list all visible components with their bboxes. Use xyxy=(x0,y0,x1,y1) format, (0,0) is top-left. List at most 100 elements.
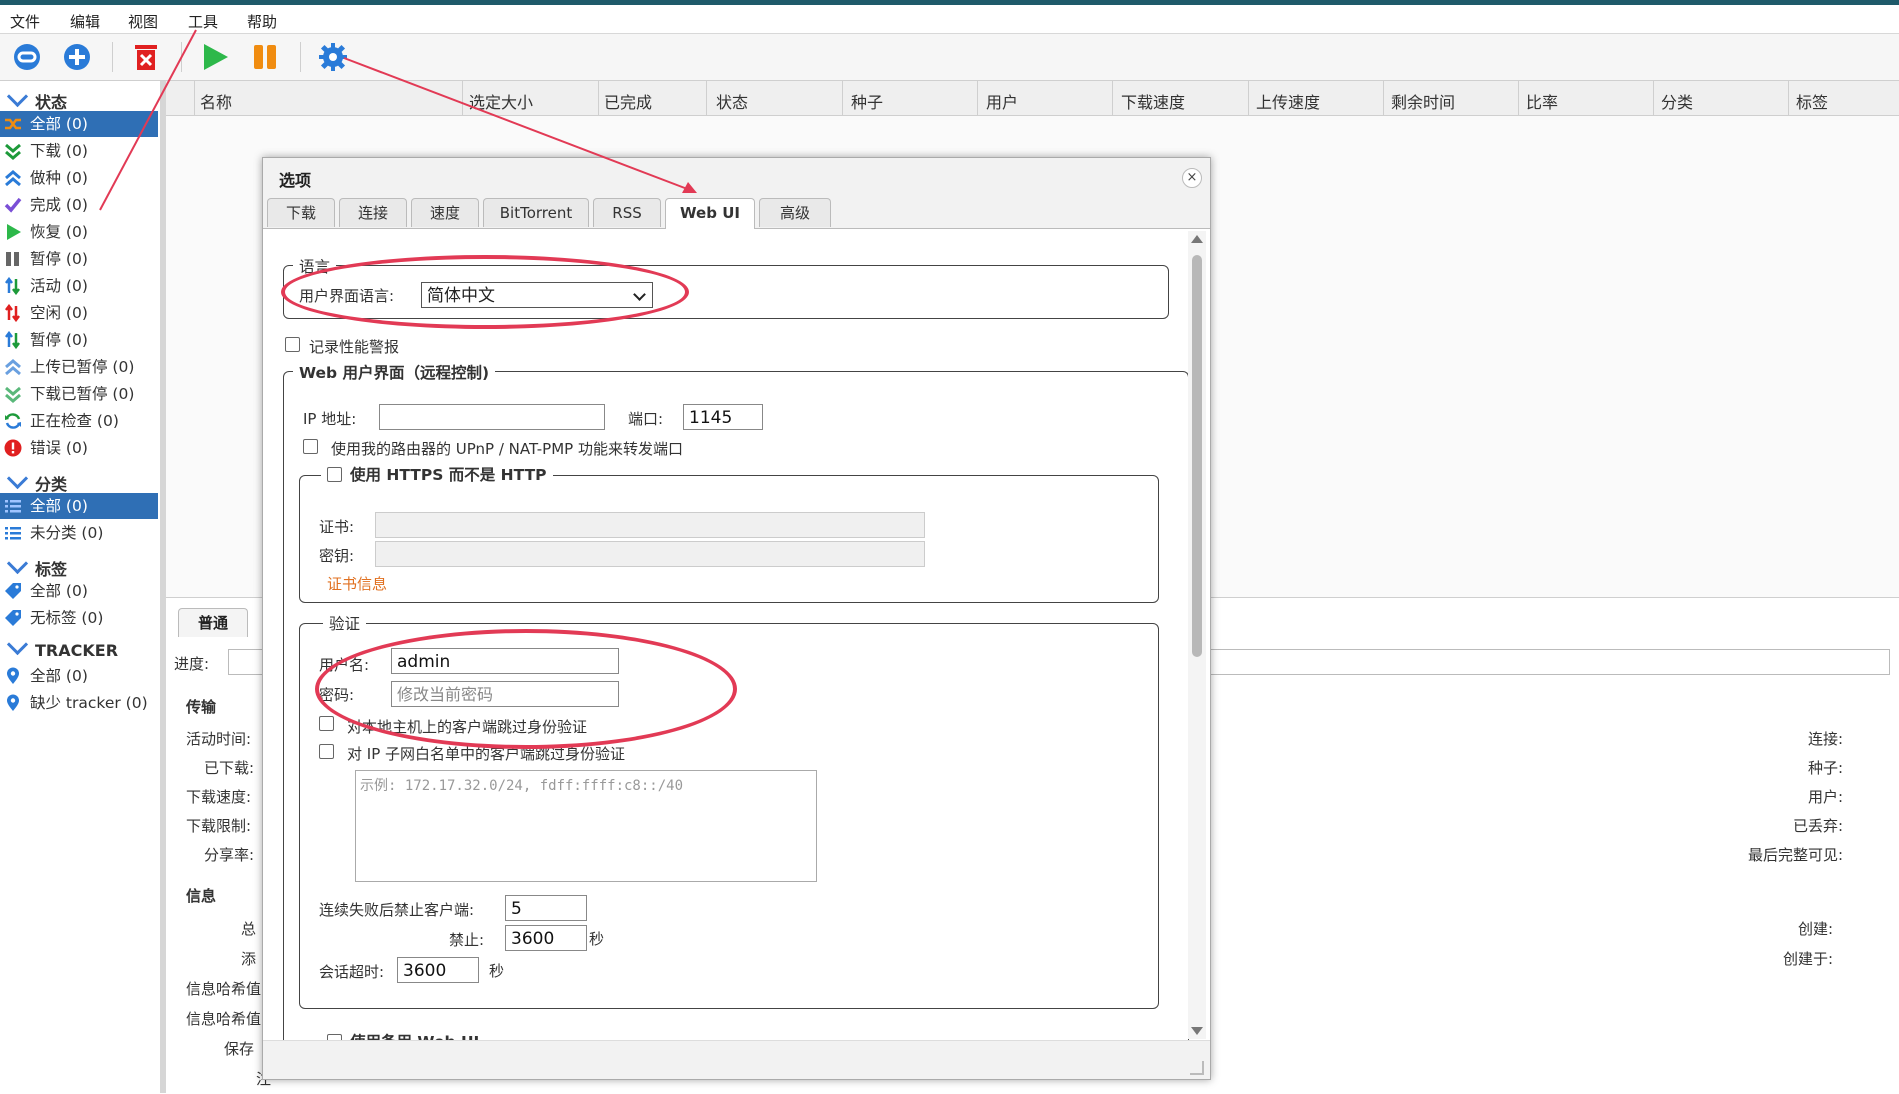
peers-label: 用户: xyxy=(1807,788,1843,806)
tab-downloads[interactable]: 下载 xyxy=(267,198,335,227)
trash-icon xyxy=(135,45,157,70)
resize-grip-icon[interactable] xyxy=(1190,1061,1204,1075)
cert-label: 证书: xyxy=(319,518,355,536)
status-seeding[interactable]: 做种 (0) xyxy=(0,165,158,191)
status-upload-paused[interactable]: 上传已暂停 (0) xyxy=(0,354,158,380)
category-uncategorized[interactable]: 未分类 (0) xyxy=(0,520,158,546)
status-header-label: 状态 xyxy=(35,93,68,112)
menu-file[interactable]: 文件 xyxy=(10,11,40,32)
toolbar-separator xyxy=(300,42,301,72)
tracker-header[interactable]: TRACKER xyxy=(6,633,119,665)
column-ratio[interactable]: 比率 xyxy=(1526,89,1558,113)
delete-button[interactable] xyxy=(131,42,161,72)
column-progress[interactable]: 已完成 xyxy=(604,89,652,113)
menu-view[interactable]: 视图 xyxy=(128,11,158,32)
ban-after-label: 连续失败后禁止客户端: xyxy=(319,901,475,919)
status-upload-paused-label: 上传已暂停 (0) xyxy=(30,358,135,376)
tracker-missing[interactable]: 缺少 tracker (0) xyxy=(0,690,158,716)
resume-button[interactable] xyxy=(200,42,230,72)
cert-input[interactable] xyxy=(375,512,925,538)
status-download-paused[interactable]: 下载已暂停 (0) xyxy=(0,381,158,407)
menu-edit[interactable]: 编辑 xyxy=(70,11,100,32)
options-button[interactable] xyxy=(318,42,348,72)
status-header[interactable]: 状态 xyxy=(6,85,68,113)
info-hash-v1-label: 信息哈希值 xyxy=(186,980,262,998)
options-tabs: 下载 连接 速度 BitTorrent RSS Web UI 高级 xyxy=(263,194,1210,229)
dialog-footer xyxy=(263,1040,1210,1079)
category-header[interactable]: 分类 xyxy=(6,467,67,495)
status-all[interactable]: 全部 (0) xyxy=(0,111,158,137)
tag-header-label: 标签 xyxy=(35,560,68,579)
pause-button[interactable] xyxy=(250,42,280,72)
dialog-scrollbar[interactable] xyxy=(1188,231,1206,1039)
tracker-all[interactable]: 全部 (0) xyxy=(0,663,158,689)
status-paused[interactable]: 暂停 (0) xyxy=(0,246,158,272)
column-name[interactable]: 名称 xyxy=(200,89,232,113)
status-checking[interactable]: 正在检查 (0) xyxy=(0,408,158,434)
column-category[interactable]: 分类 xyxy=(1661,89,1693,113)
bypass-local-checkbox[interactable] xyxy=(319,716,334,731)
column-seeds[interactable]: 种子 xyxy=(851,89,883,113)
tab-connection[interactable]: 连接 xyxy=(339,198,407,227)
column-eta[interactable]: 剩余时间 xyxy=(1391,89,1455,113)
column-tags[interactable]: 标签 xyxy=(1796,89,1828,113)
log-performance-checkbox[interactable] xyxy=(285,337,300,352)
tab-speed[interactable]: 速度 xyxy=(411,198,479,227)
status-downloading[interactable]: 下载 (0) xyxy=(0,138,158,164)
upnp-checkbox[interactable] xyxy=(303,439,318,454)
session-timeout-input[interactable]: 3600 xyxy=(397,957,479,983)
bypass-subnet-checkbox[interactable] xyxy=(319,744,334,759)
status-inactive[interactable]: 空闲 (0) xyxy=(0,300,158,326)
session-timeout-label: 会话超时: xyxy=(319,963,385,981)
column-size[interactable]: 选定大小 xyxy=(469,89,533,113)
tab-webui[interactable]: Web UI xyxy=(665,198,755,229)
tab-bittorrent[interactable]: BitTorrent xyxy=(483,198,589,227)
status-resumed[interactable]: 恢复 (0) xyxy=(0,219,158,245)
close-button[interactable]: × xyxy=(1182,168,1202,188)
transfer-legend: 传输 xyxy=(186,698,217,716)
scroll-down-arrow-icon[interactable] xyxy=(1191,1027,1203,1035)
add-link-button[interactable] xyxy=(12,42,42,72)
tag-untagged[interactable]: 无标签 (0) xyxy=(0,605,158,631)
info-hash-v2-label: 信息哈希值 xyxy=(186,1010,262,1028)
tracker-header-label: TRACKER xyxy=(35,641,119,660)
category-all[interactable]: 全部 (0) xyxy=(0,493,158,519)
menu-tools[interactable]: 工具 xyxy=(188,11,218,32)
tab-rss[interactable]: RSS xyxy=(593,198,661,227)
column-status[interactable]: 状态 xyxy=(716,89,748,113)
toolbar-separator xyxy=(181,42,182,72)
tag-header[interactable]: 标签 xyxy=(6,552,68,580)
tag-all[interactable]: 全部 (0) xyxy=(0,578,158,604)
dialog-titlebar[interactable]: 选项 × xyxy=(263,158,1210,194)
ban-duration-input[interactable]: 3600 xyxy=(505,925,587,951)
port-input[interactable]: 1145 xyxy=(683,404,763,430)
chevron-up-double-icon xyxy=(5,359,21,376)
refresh-icon xyxy=(5,413,21,429)
https-checkbox[interactable] xyxy=(327,467,342,482)
status-checking-label: 正在检查 (0) xyxy=(30,412,119,430)
column-dl-speed[interactable]: 下载速度 xyxy=(1121,89,1185,113)
subnet-whitelist-textarea[interactable]: 示例: 172.17.32.0/24, fdff:ffff:c8::/40 xyxy=(355,770,817,882)
add-torrent-button[interactable] xyxy=(62,42,92,72)
tab-general[interactable]: 普通 xyxy=(178,608,248,637)
column-ul-speed[interactable]: 上传速度 xyxy=(1256,89,1320,113)
scrollbar-thumb[interactable] xyxy=(1192,255,1202,657)
status-completed[interactable]: 完成 (0) xyxy=(0,192,158,218)
ban-after-input[interactable]: 5 xyxy=(505,895,587,921)
key-input[interactable] xyxy=(375,541,925,567)
added-on-label: 添 xyxy=(241,950,257,968)
connections-label: 连接: xyxy=(1807,730,1843,748)
up-down-arrows-icon xyxy=(5,331,20,349)
ip-address-input[interactable] xyxy=(379,404,605,430)
scroll-up-arrow-icon[interactable] xyxy=(1191,235,1203,243)
status-active[interactable]: 活动 (0) xyxy=(0,273,158,299)
status-errored[interactable]: 错误 (0) xyxy=(0,435,158,461)
tab-advanced[interactable]: 高级 xyxy=(759,198,831,227)
menu-help[interactable]: 帮助 xyxy=(247,11,277,32)
column-peers[interactable]: 用户 xyxy=(986,89,1018,113)
status-stalled[interactable]: 暂停 (0) xyxy=(0,327,158,353)
chevron-down-double-icon xyxy=(5,143,21,160)
cert-info-link[interactable]: 证书信息 xyxy=(327,573,387,594)
column-header-row: 名称 选定大小 已完成 状态 种子 用户 下载速度 上传速度 剩余时间 比率 分… xyxy=(166,81,1899,116)
error-icon xyxy=(4,439,22,457)
